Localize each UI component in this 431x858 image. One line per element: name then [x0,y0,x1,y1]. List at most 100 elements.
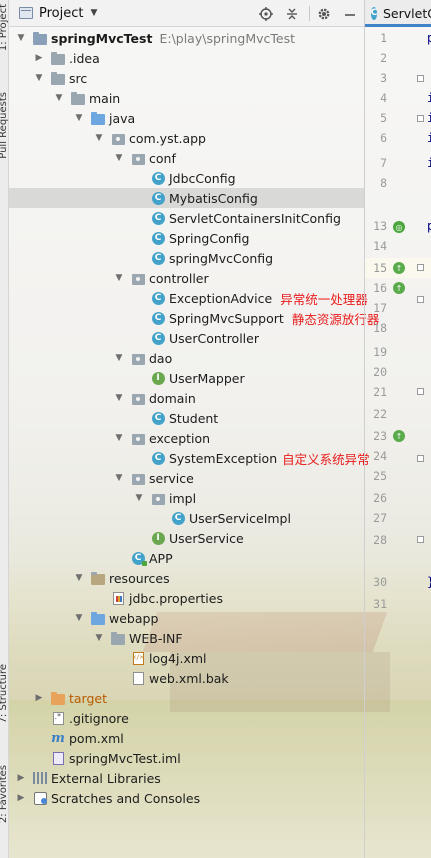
tree-row-class[interactable]: C Student [9,408,364,428]
tree-row-gitignore[interactable]: .gitignore [9,708,364,728]
editor-pane[interactable]: C ServletCo 1234567813141516171819202122… [364,0,431,858]
fold-marker-icon[interactable] [417,296,424,303]
tree-row-class[interactable]: C ServletContainersInitConfig [9,208,364,228]
tree-row-xml[interactable]: log4j.xml [9,648,364,668]
tree-row-target[interactable]: ▶ target [9,688,364,708]
tree-row-class[interactable]: C SpringMvcSupport 静态资源放行器 [9,308,379,328]
editor-tab-label[interactable]: ServletCo [383,6,431,21]
chevron-down-icon[interactable]: ▼ [73,572,85,584]
tree-row-class[interactable]: C springMvcConfig [9,248,364,268]
tree-row-file[interactable]: web.xml.bak [9,668,364,688]
tree-row-external-libraries[interactable]: ▶ External Libraries [9,768,364,788]
tree-row-class[interactable]: C SpringConfig [9,228,364,248]
file-label: jdbc.properties [129,590,223,606]
class-icon: C [151,451,165,465]
class-label: APP [149,550,173,566]
chevron-down-icon[interactable]: ▼ [33,72,45,84]
tree-row-src[interactable]: ▼ src [9,68,364,88]
tree-row-class[interactable]: C JdbcConfig [9,168,364,188]
tree-row-exception[interactable]: ▼ exception [9,428,364,448]
project-panel-title[interactable]: Project [39,6,83,21]
chevron-down-icon[interactable]: ▼ [93,132,105,144]
folder-label: target [69,690,108,706]
tree-row-webapp[interactable]: ▼ webapp [9,608,364,628]
tree-row-scratches[interactable]: ▶ Scratches and Consoles [9,788,364,808]
chevron-down-icon[interactable]: ▼ [90,8,97,18]
tree-row-class-selected[interactable]: C MybatisConfig [9,188,364,208]
line-number: 30 [373,575,387,589]
tree-row-resources[interactable]: ▼ resources [9,568,364,588]
package-label: controller [149,270,209,286]
chevron-down-icon[interactable]: ▼ [113,272,125,284]
class-label: UserController [169,330,259,346]
tree-row-impl[interactable]: ▼ impl [9,488,364,508]
chevron-down-icon[interactable]: ▼ [53,92,65,104]
folder-label: .idea [69,50,100,66]
tab-pull-requests[interactable]: Pull Requests [0,92,9,159]
chevron-right-icon[interactable]: ▶ [15,772,27,784]
tree-row-project-root[interactable]: ▼ springMvcTest E:\play\springMvcTest [9,28,364,48]
tree-row-class[interactable]: C ExceptionAdvice 异常统一处理器 [9,288,368,308]
chevron-right-icon[interactable]: ▶ [15,792,27,804]
override-marker-icon[interactable]: ↑ [393,262,405,274]
implements-marker-icon[interactable]: ◎ [393,221,405,233]
tree-row-webinf[interactable]: ▼ WEB-INF [9,628,364,648]
chevron-down-icon[interactable]: ▼ [113,152,125,164]
tab-project[interactable]: 1: Project [0,4,9,51]
project-path: E:\play\springMvcTest [159,30,296,46]
gear-icon[interactable] [315,5,332,22]
chevron-down-icon[interactable]: ▼ [113,392,125,404]
chevron-down-icon[interactable]: ▼ [73,612,85,624]
chevron-right-icon[interactable]: ▶ [33,52,45,64]
chevron-down-icon[interactable]: ▼ [113,432,125,444]
fold-marker-icon[interactable] [417,115,424,122]
interface-icon: I [151,531,165,545]
tree-row-class[interactable]: C UserController [9,328,364,348]
tree-row-java[interactable]: ▼ java [9,108,364,128]
chevron-down-icon[interactable]: ▼ [113,472,125,484]
override-marker-icon[interactable]: ↑ [393,430,405,442]
class-icon: C [370,6,378,20]
chevron-down-icon[interactable]: ▼ [113,352,125,364]
class-icon: C [151,291,165,305]
fold-marker-icon[interactable] [417,388,424,395]
tree-row-main[interactable]: ▼ main [9,88,364,108]
tree-row-iml[interactable]: springMvcTest.iml [9,748,364,768]
tree-row-domain[interactable]: ▼ domain [9,388,364,408]
tree-row-app[interactable]: C APP [9,548,364,568]
tree-row-interface[interactable]: I UserMapper [9,368,364,388]
tree-row-package-root[interactable]: ▼ com.yst.app [9,128,364,148]
package-icon [131,151,145,165]
module-file-icon [51,751,65,765]
tree-row-interface[interactable]: I UserService [9,528,364,548]
annotation-note: 异常统一处理器 [280,291,368,307]
minimize-icon[interactable] [341,5,358,22]
tab-favorites[interactable]: 2: Favorites [0,765,9,823]
tree-row-properties[interactable]: jdbc.properties [9,588,364,608]
line-number: 23 [373,429,387,443]
target-icon[interactable] [257,5,274,22]
chevron-right-icon[interactable]: ▶ [33,692,45,704]
fold-marker-icon[interactable] [417,455,424,462]
chevron-down-icon[interactable]: ▼ [93,632,105,644]
tree-row-class[interactable]: C UserServiceImpl [9,508,364,528]
tree-row-conf[interactable]: ▼ conf [9,148,364,168]
fold-marker-icon[interactable] [417,264,424,271]
tree-row-controller[interactable]: ▼ controller [9,268,364,288]
collapse-icon[interactable] [283,5,300,22]
tree-row-pom[interactable]: m pom.xml [9,728,364,748]
tree-row-service[interactable]: ▼ service [9,468,364,488]
chevron-down-icon[interactable]: ▼ [15,32,27,44]
chevron-down-icon[interactable]: ▼ [73,112,85,124]
tab-structure[interactable]: 7: Structure [0,664,9,723]
tree-row-idea[interactable]: ▶ .idea [9,48,364,68]
fold-marker-icon[interactable] [417,536,424,543]
tree-row-dao[interactable]: ▼ dao [9,348,364,368]
file-label: .gitignore [69,710,129,726]
tree-row-class[interactable]: C SystemException 自定义系统异常 [9,448,370,468]
chevron-down-icon[interactable]: ▼ [133,492,145,504]
interface-label: UserMapper [169,370,245,386]
override-marker-icon[interactable]: ↑ [393,282,405,294]
folder-label: main [89,90,121,106]
fold-marker-icon[interactable] [417,75,424,82]
